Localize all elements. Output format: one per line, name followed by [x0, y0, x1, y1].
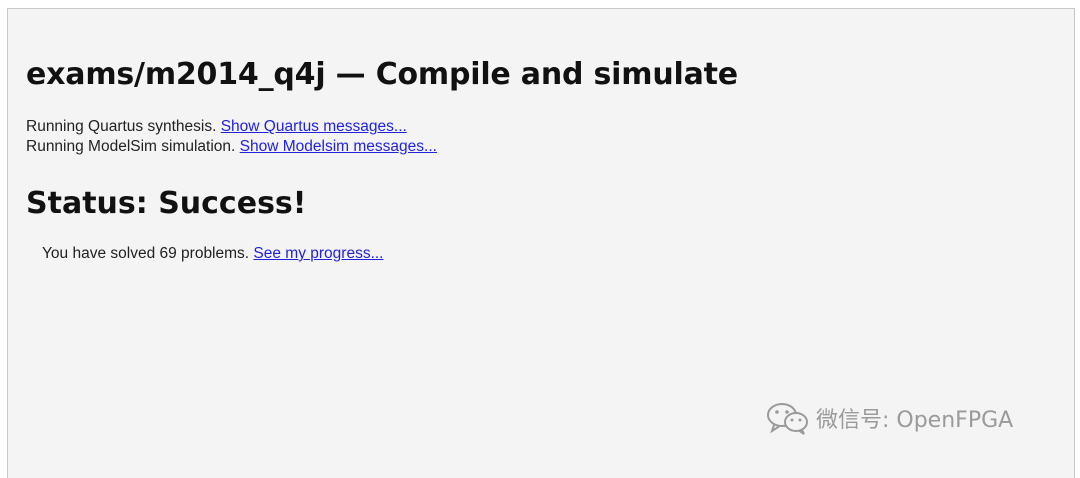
show-modelsim-messages-link[interactable]: Show Modelsim messages...: [240, 138, 437, 155]
modelsim-status-text: Running ModelSim simulation.: [26, 138, 240, 155]
watermark: 微信号: OpenFPGA: [766, 401, 1013, 435]
see-progress-link[interactable]: See my progress...: [253, 245, 383, 262]
modelsim-status-line: Running ModelSim simulation. Show Models…: [26, 137, 437, 157]
page-title: exams/m2014_q4j — Compile and simulate: [26, 57, 738, 92]
watermark-text: 微信号: OpenFPGA: [816, 408, 1014, 433]
wechat-icon: [766, 401, 810, 435]
status-heading: Status: Success!: [26, 186, 307, 221]
quartus-status-line: Running Quartus synthesis. Show Quartus …: [26, 117, 407, 137]
result-panel: exams/m2014_q4j — Compile and simulate R…: [7, 8, 1075, 478]
solved-count-line: You have solved 69 problems. See my prog…: [42, 244, 383, 264]
solved-count-text: You have solved 69 problems.: [42, 245, 254, 262]
quartus-status-text: Running Quartus synthesis.: [26, 118, 221, 135]
show-quartus-messages-link[interactable]: Show Quartus messages...: [221, 118, 407, 135]
